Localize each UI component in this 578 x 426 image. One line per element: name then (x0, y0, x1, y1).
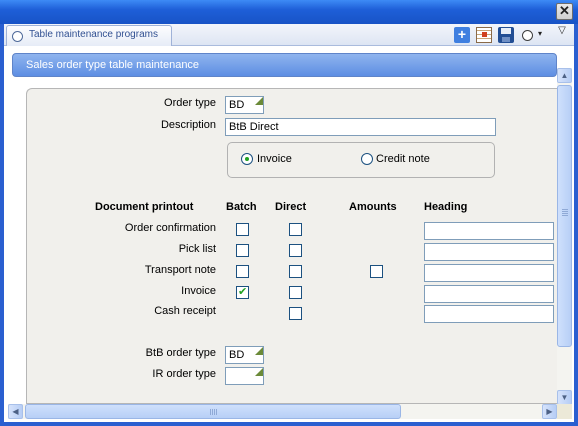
vertical-scroll-thumb[interactable] (557, 85, 572, 347)
order-confirmation-batch-checkbox[interactable] (236, 223, 249, 236)
tab-bar: Table maintenance programs + ▾ ▽ (4, 24, 574, 46)
batch-header: Batch (226, 201, 257, 213)
transport-note-label: Transport note (144, 264, 216, 276)
btb-order-type-field[interactable]: BD (225, 346, 264, 364)
vertical-scrollbar[interactable]: ▲ ▼ (557, 68, 572, 405)
pick-list-direct-checkbox[interactable] (289, 244, 302, 257)
cash-receipt-heading-field[interactable] (424, 305, 554, 323)
pick-list-batch-checkbox[interactable] (236, 244, 249, 257)
transport-note-heading-field[interactable] (424, 264, 554, 282)
description-label: Description (160, 119, 216, 131)
horizontal-grip-icon (210, 409, 218, 415)
scrollbar-corner (557, 404, 572, 419)
document-printout-header: Document printout (95, 201, 194, 213)
amounts-header: Amounts (349, 201, 397, 213)
credit-note-radio-label: Credit note (376, 153, 430, 165)
cash-receipt-direct-checkbox[interactable] (289, 307, 302, 320)
options-circle-icon[interactable] (522, 30, 533, 41)
form-header: Sales order type table maintenance (12, 53, 557, 77)
invoice-batch-checkbox[interactable] (236, 285, 249, 299)
client-area: Table maintenance programs + ▾ ▽ Sales o… (4, 24, 574, 422)
scroll-up-icon[interactable]: ▲ (557, 68, 572, 83)
close-icon[interactable]: ✕ (556, 3, 573, 20)
tab-radio-icon (12, 31, 23, 42)
scroll-down-icon[interactable]: ▼ (557, 390, 572, 405)
tab-label: Table maintenance programs (29, 29, 158, 40)
horizontal-scrollbar[interactable]: ◀ ▶ (8, 404, 557, 419)
transport-note-direct-checkbox[interactable] (289, 265, 302, 278)
add-icon[interactable]: + (454, 27, 470, 43)
heading-header: Heading (424, 201, 468, 213)
scroll-right-icon[interactable]: ▶ (542, 404, 557, 419)
pick-list-label: Pick list (178, 243, 216, 255)
ir-order-type-label: IR order type (152, 368, 216, 380)
table-icon[interactable] (476, 27, 492, 43)
invoice-label: Invoice (181, 285, 216, 297)
order-confirmation-direct-checkbox[interactable] (289, 223, 302, 236)
order-confirmation-heading-field[interactable] (424, 222, 554, 240)
invoice-radio-label: Invoice (257, 153, 292, 165)
save-icon[interactable] (498, 27, 514, 43)
invoice-radio[interactable] (241, 153, 253, 165)
order-type-field[interactable]: BD (225, 96, 264, 114)
transport-note-amounts-checkbox[interactable] (370, 265, 383, 278)
invoice-heading-field[interactable] (424, 285, 554, 303)
tab-table-maintenance[interactable]: Table maintenance programs (6, 25, 172, 46)
application-window: ✕ Table maintenance programs + ▾ ▽ Sales… (0, 0, 578, 426)
title-bar[interactable]: ✕ (0, 0, 578, 24)
document-type-group: Invoice Credit note (227, 142, 495, 178)
order-type-label: Order type (164, 97, 216, 109)
vertical-grip-icon (562, 208, 568, 216)
scroll-left-icon[interactable]: ◀ (8, 404, 23, 419)
form-title: Sales order type table maintenance (26, 59, 200, 71)
invoice-direct-checkbox[interactable] (289, 286, 302, 299)
description-field[interactable]: BtB Direct (225, 118, 496, 136)
direct-header: Direct (275, 201, 307, 213)
order-confirmation-label: Order confirmation (124, 222, 216, 234)
options-dropdown-icon[interactable]: ▾ (538, 29, 546, 39)
transport-note-batch-checkbox[interactable] (236, 265, 249, 278)
btb-order-type-label: BtB order type (145, 347, 216, 359)
cash-receipt-label: Cash receipt (154, 305, 216, 317)
horizontal-scroll-thumb[interactable] (25, 404, 401, 419)
menu-chevron-icon[interactable]: ▽ (555, 25, 569, 39)
pick-list-heading-field[interactable] (424, 243, 554, 261)
ir-order-type-field[interactable] (225, 367, 264, 385)
credit-note-radio[interactable] (361, 153, 373, 165)
